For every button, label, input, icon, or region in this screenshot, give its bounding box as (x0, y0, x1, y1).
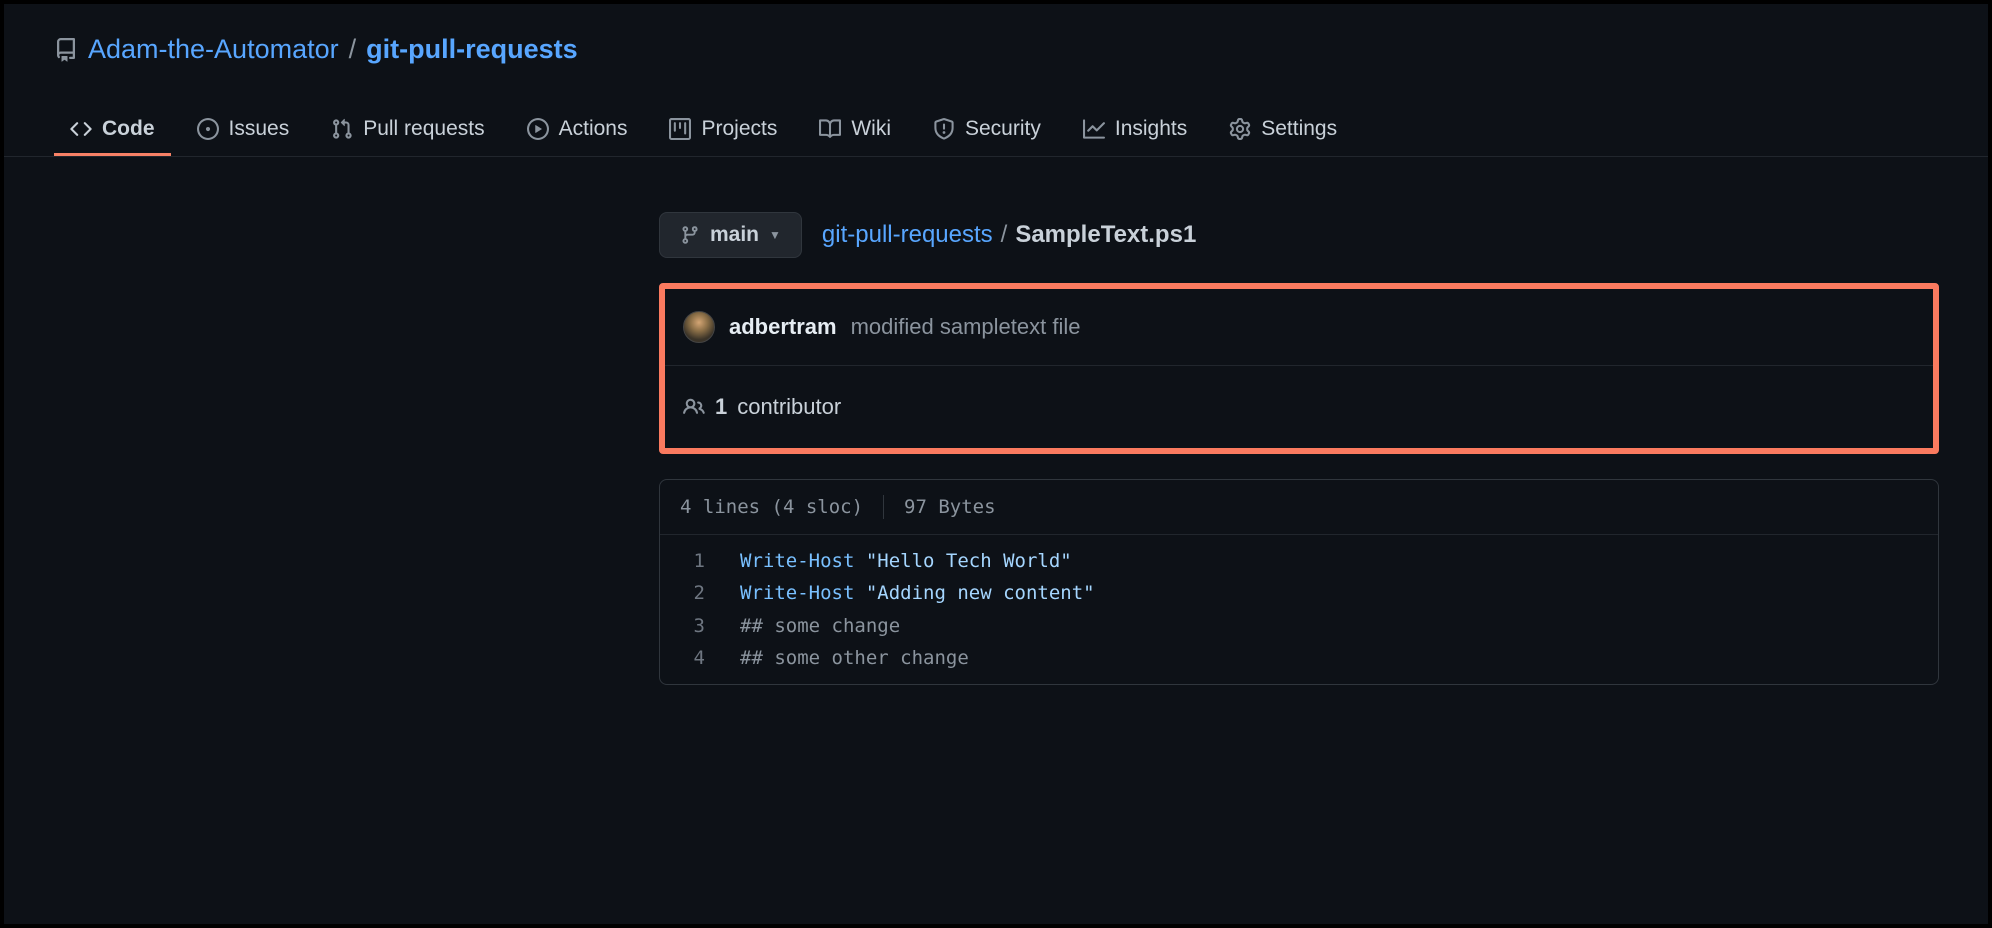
line-content: Write-Host "Adding new content" (730, 577, 1095, 609)
repo-path: Adam-the-Automator / git-pull-requests (54, 34, 1938, 65)
line-content: ## some change (730, 610, 900, 642)
tab-actions-label: Actions (559, 117, 628, 141)
branch-name: main (710, 223, 759, 247)
code-line: 2 Write-Host "Adding new content" (660, 577, 1938, 609)
code-line: 3 ## some change (660, 610, 1938, 642)
tab-settings-label: Settings (1261, 117, 1337, 141)
code-header: 4 lines (4 sloc) 97 Bytes (660, 480, 1938, 535)
file-nav: main ▼ git-pull-requests / SampleText.ps… (659, 212, 1939, 258)
tab-pull-requests-label: Pull requests (363, 117, 484, 141)
code-icon (70, 118, 92, 140)
commit-message[interactable]: modified sampletext file (851, 314, 1081, 340)
people-icon (683, 396, 705, 418)
tab-code-label: Code (102, 117, 155, 141)
branch-selector[interactable]: main ▼ (659, 212, 802, 258)
commit-info: adbertram modified sampletext file (665, 289, 1933, 366)
commit-author[interactable]: adbertram (729, 314, 837, 340)
contributors-label: contributor (737, 394, 841, 420)
projects-icon (669, 118, 691, 140)
repo-tabs: Code Issues Pull requests Actions Projec… (4, 105, 1988, 157)
tab-insights-label: Insights (1115, 117, 1187, 141)
breadcrumb-separator: / (1001, 221, 1008, 249)
tab-settings[interactable]: Settings (1213, 105, 1353, 156)
tab-wiki[interactable]: Wiki (803, 105, 907, 156)
tab-security-label: Security (965, 117, 1041, 141)
divider (883, 495, 884, 519)
tab-code[interactable]: Code (54, 105, 171, 156)
git-branch-icon (680, 225, 700, 245)
chevron-down-icon: ▼ (769, 228, 781, 242)
gear-icon (1229, 118, 1251, 140)
actions-icon (527, 118, 549, 140)
contributors-count: 1 (715, 394, 727, 420)
breadcrumb-filename: SampleText.ps1 (1015, 221, 1196, 249)
repo-icon (54, 38, 78, 62)
line-number[interactable]: 4 (660, 642, 730, 674)
repo-link[interactable]: git-pull-requests (366, 34, 578, 65)
size-info: 97 Bytes (904, 496, 996, 518)
code-line: 4 ## some other change (660, 642, 1938, 674)
owner-link[interactable]: Adam-the-Automator (88, 34, 339, 65)
line-content: Write-Host "Hello Tech World" (730, 545, 1072, 577)
tab-actions[interactable]: Actions (511, 105, 644, 156)
security-icon (933, 118, 955, 140)
commit-highlight-box: adbertram modified sampletext file 1 con… (659, 283, 1939, 454)
code-line: 1 Write-Host "Hello Tech World" (660, 545, 1938, 577)
issues-icon (197, 118, 219, 140)
tab-issues[interactable]: Issues (181, 105, 306, 156)
line-number[interactable]: 3 (660, 610, 730, 642)
tab-wiki-label: Wiki (851, 117, 891, 141)
tab-issues-label: Issues (229, 117, 290, 141)
line-number[interactable]: 1 (660, 545, 730, 577)
path-separator: / (349, 34, 357, 65)
insights-icon (1083, 118, 1105, 140)
tab-security[interactable]: Security (917, 105, 1057, 156)
breadcrumb: git-pull-requests / SampleText.ps1 (822, 221, 1196, 249)
wiki-icon (819, 118, 841, 140)
lines-info: 4 lines (4 sloc) (680, 496, 863, 518)
tab-insights[interactable]: Insights (1067, 105, 1203, 156)
code-lines: 1 Write-Host "Hello Tech World" 2 Write-… (660, 535, 1938, 684)
tab-pull-requests[interactable]: Pull requests (315, 105, 500, 156)
tab-projects-label: Projects (701, 117, 777, 141)
line-content: ## some other change (730, 642, 969, 674)
contributors[interactable]: 1 contributor (665, 366, 1933, 448)
pull-request-icon (331, 118, 353, 140)
code-box: 4 lines (4 sloc) 97 Bytes 1 Write-Host "… (659, 479, 1939, 685)
breadcrumb-repo[interactable]: git-pull-requests (822, 221, 993, 249)
line-number[interactable]: 2 (660, 577, 730, 609)
tab-projects[interactable]: Projects (653, 105, 793, 156)
avatar[interactable] (683, 311, 715, 343)
